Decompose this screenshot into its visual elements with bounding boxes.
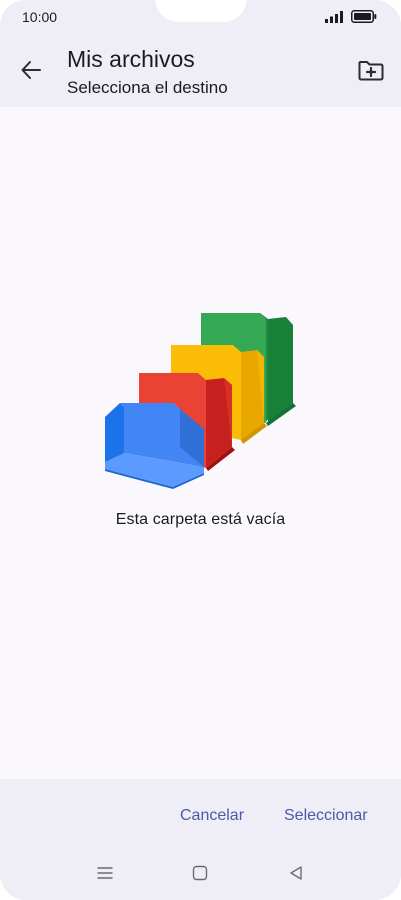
create-folder-icon	[358, 59, 384, 86]
status-time: 10:00	[22, 9, 58, 25]
empty-folder-message: Esta carpeta está vacía	[115, 511, 286, 528]
status-icons	[325, 10, 377, 28]
select-button[interactable]: Seleccionar	[284, 807, 368, 825]
back-button[interactable]	[14, 55, 48, 89]
empty-folders-illustration	[100, 305, 306, 490]
app-bar: 10:00 Mis archivos Selecciona el destino	[0, 0, 401, 107]
home-button[interactable]	[185, 860, 215, 890]
home-square-icon	[192, 865, 208, 886]
camera-notch	[155, 0, 247, 22]
system-back-button[interactable]	[281, 860, 311, 890]
arrow-back-icon	[20, 59, 42, 86]
new-folder-button[interactable]	[355, 56, 387, 88]
cancel-button[interactable]: Cancelar	[180, 807, 244, 825]
phone-screen: 10:00 Mis archivos Selecciona el destino…	[0, 0, 401, 900]
system-navigation-bar	[0, 860, 401, 890]
menu-icon	[97, 866, 113, 885]
signal-icon	[325, 10, 343, 28]
page-subtitle: Selecciona el destino	[67, 78, 228, 97]
battery-icon	[351, 10, 377, 28]
menu-button[interactable]	[90, 860, 120, 890]
back-triangle-icon	[288, 865, 304, 886]
page-title: Mis archivos	[67, 46, 195, 72]
